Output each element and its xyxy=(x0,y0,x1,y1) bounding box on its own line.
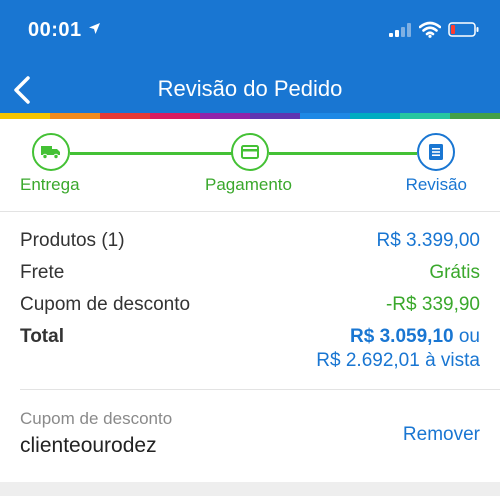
step-label-entrega: Entrega xyxy=(20,175,80,194)
section-divider xyxy=(20,389,500,390)
remove-coupon-button[interactable]: Remover xyxy=(403,424,480,446)
credit-card-icon xyxy=(241,145,259,159)
cellular-signal-icon xyxy=(389,23,411,37)
total-label: Total xyxy=(20,326,64,347)
document-list-icon xyxy=(429,144,443,160)
low-battery-icon xyxy=(448,22,479,37)
total-value: R$ 3.059,10 xyxy=(350,326,454,347)
step-pagamento[interactable] xyxy=(231,133,269,171)
step-label-pagamento: Pagamento xyxy=(205,175,292,194)
products-label: Produtos (1) xyxy=(20,230,125,251)
products-value: R$ 3.399,00 xyxy=(376,230,480,251)
coupon-discount-label: Cupom de desconto xyxy=(20,294,191,315)
step-connector xyxy=(269,152,417,155)
coupon-code: clienteourodez xyxy=(20,434,157,457)
step-revisao[interactable] xyxy=(417,133,455,171)
app-header: 00:01 Revisão do Pedido xyxy=(0,0,500,113)
coupon-discount-value: -R$ 339,90 xyxy=(385,294,480,315)
shipping-value: Grátis xyxy=(429,262,480,283)
section-divider xyxy=(0,211,500,212)
total-or: ou xyxy=(458,326,480,347)
wifi-icon xyxy=(419,21,441,38)
footer-bar xyxy=(0,482,500,496)
checkout-steps: Entrega Pagamento Revisão xyxy=(0,119,500,211)
status-time: 00:01 xyxy=(28,19,82,41)
step-connector xyxy=(70,152,233,155)
total-value-line: R$ 3.059,10 ou xyxy=(350,326,480,348)
coupon-caption: Cupom de desconto xyxy=(20,409,173,428)
truck-icon xyxy=(41,146,60,160)
location-arrow-icon xyxy=(89,23,100,34)
total-cash-value: R$ 2.692,01 à vista xyxy=(316,350,480,371)
shipping-label: Frete xyxy=(20,262,65,283)
step-entrega[interactable] xyxy=(32,133,70,171)
page-title: Revisão do Pedido xyxy=(157,76,343,101)
step-label-revisao: Revisão xyxy=(405,175,467,194)
